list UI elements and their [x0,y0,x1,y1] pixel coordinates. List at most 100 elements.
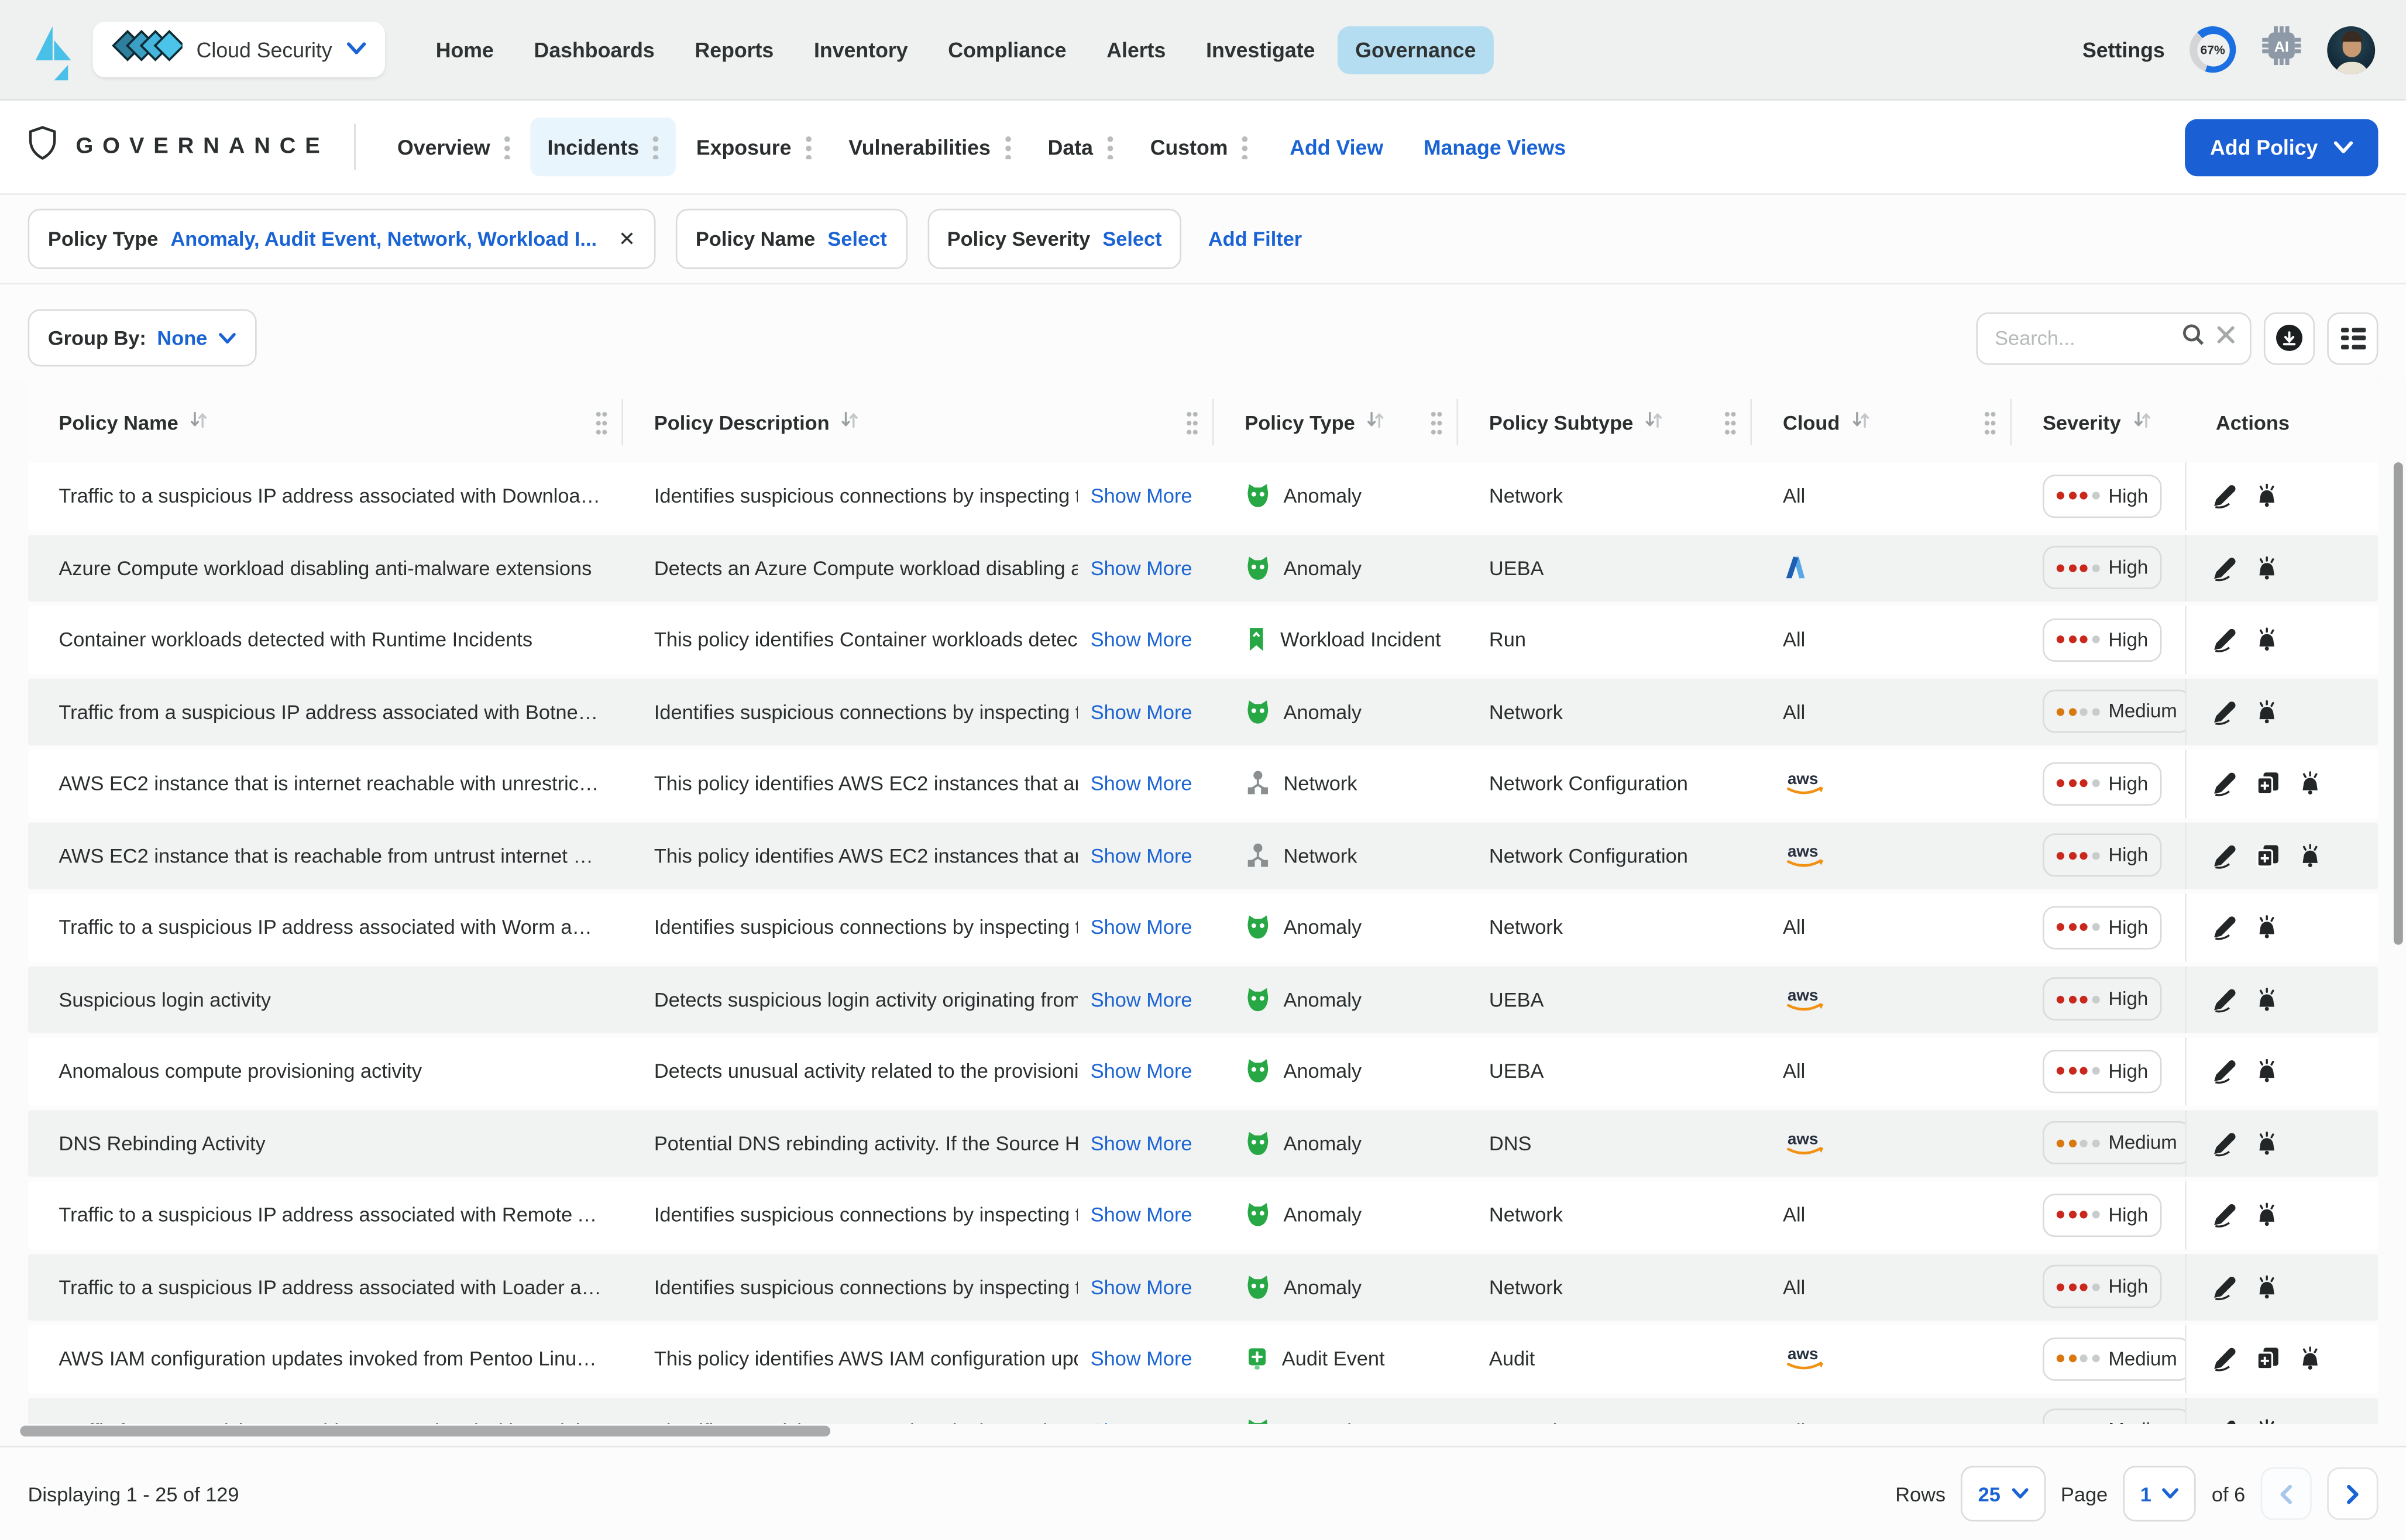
alarm-action-icon[interactable] [2298,843,2322,869]
show-more-link[interactable]: Show More [1091,700,1192,723]
filter-value[interactable]: Select [1102,227,1161,250]
column-header-cloud[interactable]: Cloud [1752,398,2012,446]
group-by-button[interactable]: Group By: None [28,309,257,367]
show-more-link[interactable]: Show More [1091,772,1192,795]
alarm-action-icon[interactable] [2254,914,2279,940]
show-more-link[interactable]: Show More [1091,1419,1192,1424]
show-more-link[interactable]: Show More [1091,988,1192,1011]
vertical-scrollbar[interactable] [2393,462,2403,945]
alarm-action-icon[interactable] [2298,771,2322,797]
column-settings-button[interactable] [2327,311,2378,365]
edit-action-icon[interactable] [2211,483,2237,509]
sort-icon[interactable] [1644,410,1664,434]
product-selector[interactable]: Cloud Security [92,21,385,78]
edit-action-icon[interactable] [2211,627,2237,653]
column-drag-handle-icon[interactable] [1185,408,1199,435]
column-drag-handle-icon[interactable] [1724,408,1737,435]
ai-chip-icon[interactable]: AI [2261,25,2302,74]
remove-filter-icon[interactable]: ✕ [618,226,635,251]
show-more-link[interactable]: Show More [1091,1060,1192,1083]
column-header-policy-description[interactable]: Policy Description [623,398,1214,446]
column-header-policy-type[interactable]: Policy Type [1214,398,1459,446]
filter-chip-policy-severity[interactable]: Policy Severity Select [927,208,1182,269]
nav-item-dashboards[interactable]: Dashboards [517,26,671,74]
alarm-action-icon[interactable] [2254,627,2279,653]
show-more-link[interactable]: Show More [1091,1132,1192,1155]
clone-action-icon[interactable] [2254,771,2281,797]
alarm-action-icon[interactable] [2254,699,2279,725]
kebab-menu-icon[interactable] [1004,134,1011,160]
sort-icon[interactable] [1366,410,1386,434]
column-drag-handle-icon[interactable] [595,408,608,435]
edit-action-icon[interactable] [2211,1274,2237,1300]
edit-action-icon[interactable] [2211,1346,2237,1372]
alarm-action-icon[interactable] [2254,1418,2279,1424]
tab-data[interactable]: Data [1031,118,1130,176]
show-more-link[interactable]: Show More [1091,556,1192,580]
filter-value[interactable]: Select [827,227,886,250]
edit-action-icon[interactable] [2211,843,2237,869]
edit-action-icon[interactable] [2211,1202,2237,1228]
edit-action-icon[interactable] [2211,1130,2237,1156]
show-more-link[interactable]: Show More [1091,1276,1192,1299]
tab-exposure[interactable]: Exposure [679,118,829,176]
alarm-action-icon[interactable] [2254,555,2279,581]
clone-action-icon[interactable] [2254,843,2281,869]
show-more-link[interactable]: Show More [1091,1204,1192,1227]
alarm-action-icon[interactable] [2254,1130,2279,1156]
nav-item-home[interactable]: Home [419,26,511,74]
tab-incidents[interactable]: Incidents [530,117,676,177]
filter-chip-policy-type[interactable]: Policy Type Anomaly, Audit Event, Network… [28,208,656,269]
page-select[interactable]: 1 [2123,1466,2197,1522]
sort-icon[interactable] [1851,410,1871,434]
column-drag-handle-icon[interactable] [1430,408,1443,435]
add-filter-link[interactable]: Add Filter [1208,227,1302,250]
edit-action-icon[interactable] [2211,771,2237,797]
download-button[interactable] [2263,311,2315,365]
alarm-action-icon[interactable] [2254,986,2279,1012]
user-avatar[interactable] [2327,25,2376,74]
filter-value[interactable]: Anomaly, Audit Event, Network, Workload … [170,227,597,250]
nav-item-governance[interactable]: Governance [1338,25,1493,74]
add-view-link[interactable]: Add View [1290,135,1383,159]
sort-icon[interactable] [2132,410,2151,434]
clear-search-icon[interactable] [2216,324,2236,352]
nav-item-alerts[interactable]: Alerts [1089,26,1183,74]
settings-link[interactable]: Settings [2082,38,2165,61]
kebab-menu-icon[interactable] [805,134,812,160]
search-input[interactable] [1991,324,2171,351]
rows-per-page-select[interactable]: 25 [1961,1466,2046,1522]
alarm-action-icon[interactable] [2298,1346,2322,1372]
tab-overview[interactable]: Overview [380,118,527,176]
edit-action-icon[interactable] [2211,555,2237,581]
show-more-link[interactable]: Show More [1091,916,1192,939]
edit-action-icon[interactable] [2211,986,2237,1012]
alarm-action-icon[interactable] [2254,1058,2279,1084]
show-more-link[interactable]: Show More [1091,628,1192,652]
edit-action-icon[interactable] [2211,699,2237,725]
show-more-link[interactable]: Show More [1091,1347,1192,1370]
progress-ring[interactable]: 67% [2190,26,2236,73]
show-more-link[interactable]: Show More [1091,844,1192,867]
add-policy-button[interactable]: Add Policy [2185,118,2378,176]
nav-item-investigate[interactable]: Investigate [1189,26,1332,74]
tab-vulnerabilities[interactable]: Vulnerabilities [831,118,1027,176]
filter-chip-policy-name[interactable]: Policy Name Select [675,208,908,269]
show-more-link[interactable]: Show More [1091,484,1192,508]
edit-action-icon[interactable] [2211,1418,2237,1424]
kebab-menu-icon[interactable] [1242,134,1248,160]
alarm-action-icon[interactable] [2254,483,2279,509]
tab-custom[interactable]: Custom [1133,118,1265,176]
next-page-button[interactable] [2327,1467,2378,1520]
manage-views-link[interactable]: Manage Views [1424,135,1566,159]
kebab-menu-icon[interactable] [504,134,511,160]
column-header-policy-subtype[interactable]: Policy Subtype [1458,398,1752,446]
column-header-severity[interactable]: Severity [2012,399,2185,445]
kebab-menu-icon[interactable] [652,134,659,160]
sort-icon[interactable] [840,410,860,434]
column-header-policy-name[interactable]: Policy Name [28,398,624,446]
nav-item-compliance[interactable]: Compliance [931,26,1083,74]
brand-logo-icon[interactable] [31,19,77,81]
search-icon[interactable] [2182,322,2205,353]
sort-icon[interactable] [189,410,209,434]
